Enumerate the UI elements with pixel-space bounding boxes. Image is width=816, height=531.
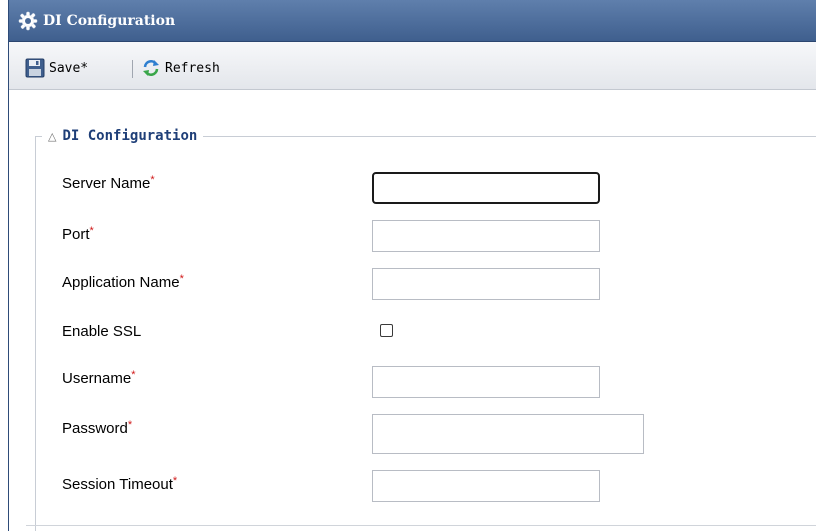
section-header[interactable]: △ DI Configuration <box>42 127 204 145</box>
required-marker: * <box>131 369 136 381</box>
refresh-button[interactable]: Refresh <box>141 57 220 79</box>
password-input[interactable] <box>372 414 644 454</box>
window-title: DI Configuration <box>43 13 176 29</box>
application-name-label: Application Name* <box>62 273 184 291</box>
username-input[interactable] <box>372 366 600 398</box>
port-label: Port* <box>62 225 94 243</box>
server-name-input[interactable] <box>372 172 600 204</box>
session-timeout-label-text: Session Timeout <box>62 476 173 493</box>
save-button-label: Save* <box>49 60 89 76</box>
server-name-label-text: Server Name <box>62 175 151 192</box>
gear-icon <box>18 11 38 31</box>
application-name-input[interactable] <box>372 268 600 300</box>
collapse-triangle-icon[interactable]: △ <box>48 130 56 143</box>
toolbar-separator <box>132 60 133 78</box>
enable-ssl-label: Enable SSL <box>62 323 141 340</box>
refresh-button-label: Refresh <box>165 60 220 76</box>
toolbar: Save* Refresh <box>9 42 816 90</box>
password-label: Password* <box>62 419 133 437</box>
session-timeout-input[interactable] <box>372 470 600 502</box>
save-disk-icon <box>25 58 45 78</box>
session-timeout-label: Session Timeout* <box>62 475 178 493</box>
title-bar: DI Configuration <box>9 0 816 42</box>
refresh-icon <box>143 60 159 76</box>
server-name-label: Server Name* <box>62 174 155 192</box>
save-button[interactable]: Save* <box>25 57 88 79</box>
fieldset-bottom-border <box>26 525 816 526</box>
content-area <box>9 90 816 531</box>
port-input[interactable] <box>372 220 600 252</box>
application-name-label-text: Application Name <box>62 274 180 291</box>
section-title: DI Configuration <box>62 128 198 144</box>
required-marker: * <box>89 225 94 237</box>
username-label-text: Username <box>62 370 132 387</box>
username-label: Username* <box>62 369 136 387</box>
required-marker: * <box>172 475 178 487</box>
port-label-text: Port <box>62 226 90 243</box>
enable-ssl-label-text: Enable SSL <box>62 323 142 340</box>
password-label-text: Password <box>62 420 128 437</box>
required-marker: * <box>150 174 155 186</box>
enable-ssl-checkbox[interactable] <box>380 324 393 337</box>
required-marker: * <box>127 419 133 431</box>
required-marker: * <box>179 273 184 285</box>
